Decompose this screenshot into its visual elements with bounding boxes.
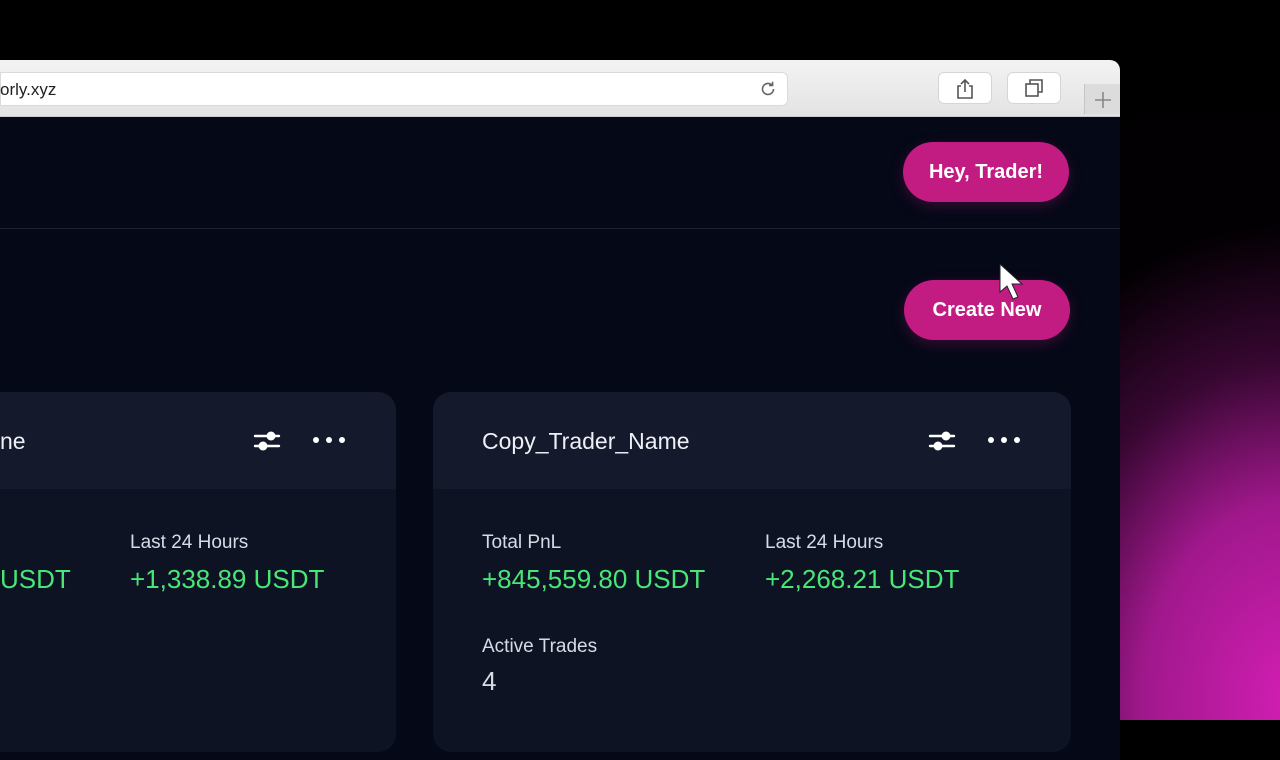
last-24h-value: +1,338.89 USDT (130, 564, 325, 594)
total-pnl-value: +845,559.80 USDT (482, 564, 706, 594)
copy-trader-card: ne USDT Last 24 Hours +1,338.89 USDT (0, 392, 396, 752)
active-trades-value: 4 (482, 666, 497, 696)
share-icon (957, 78, 973, 99)
tabs-icon (1025, 79, 1043, 97)
active-trades-label: Active Trades (482, 636, 598, 657)
card-title: Copy_Trader_Name (482, 428, 690, 454)
plus-icon (1095, 92, 1111, 108)
card-title: ne (0, 428, 26, 454)
new-tab-button[interactable] (1084, 84, 1120, 114)
reload-icon[interactable] (758, 79, 778, 99)
total-pnl-label: Total PnL (482, 532, 562, 553)
last-24h-label: Last 24 Hours (130, 532, 249, 553)
total-pnl-value: USDT (0, 564, 71, 594)
last-24h-value: +2,268.21 USDT (765, 564, 960, 594)
more-options-icon[interactable] (987, 430, 1021, 455)
card-header: Copy_Trader_Name (433, 392, 1071, 489)
greeting-button[interactable]: Hey, Trader! (903, 142, 1069, 202)
card-header: ne (0, 392, 396, 489)
more-options-icon[interactable] (312, 430, 346, 455)
mouse-cursor-icon (999, 262, 1024, 300)
tabs-button[interactable] (1007, 72, 1061, 104)
settings-sliders-icon[interactable] (927, 426, 957, 461)
address-bar[interactable]: orly.xyz (0, 72, 788, 106)
last-24h-label: Last 24 Hours (765, 532, 884, 553)
copy-trader-card: Copy_Trader_Name Total PnL +845,559.80 U… (433, 392, 1071, 752)
settings-sliders-icon[interactable] (252, 426, 282, 461)
url-text: orly.xyz (0, 80, 57, 99)
share-button[interactable] (938, 72, 992, 104)
browser-toolbar: orly.xyz (0, 60, 1120, 117)
create-new-button[interactable]: Create New (904, 280, 1070, 340)
